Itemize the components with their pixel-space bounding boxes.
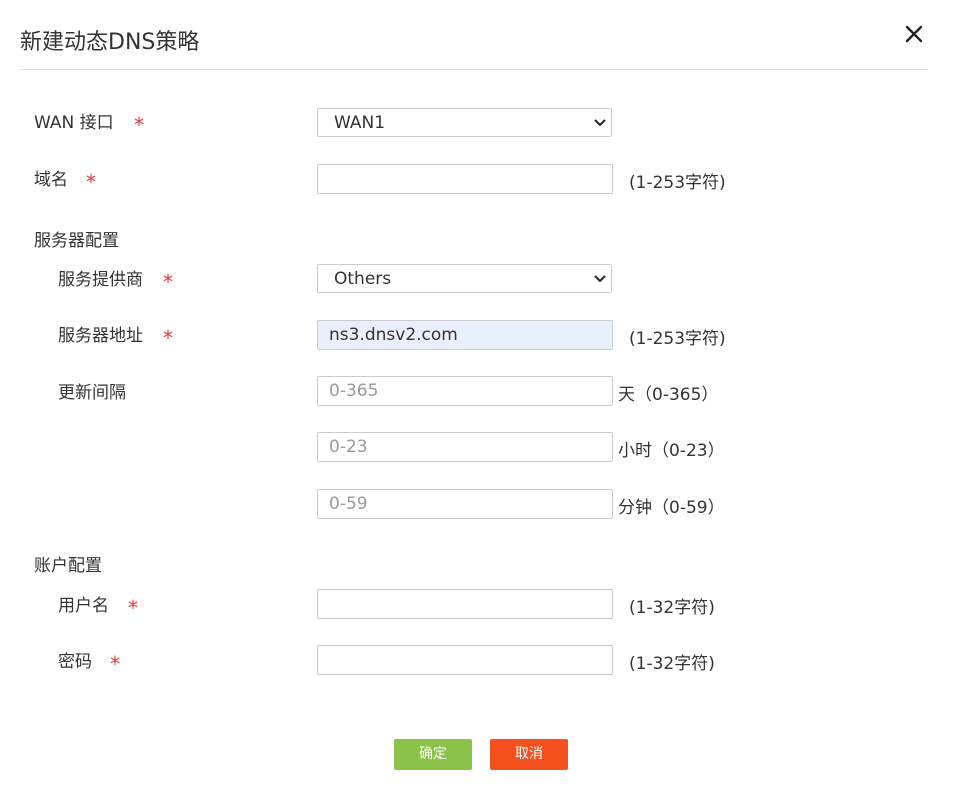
- interval-minutes-input[interactable]: [317, 489, 613, 519]
- account-section-title: 账户配置: [34, 556, 102, 576]
- username-input[interactable]: [317, 589, 613, 619]
- header-divider: [20, 69, 928, 70]
- wan-interface-select[interactable]: WAN1: [317, 108, 612, 137]
- interval-days-input[interactable]: [317, 376, 613, 406]
- interval-days-unit: 天（0-365）: [618, 385, 719, 405]
- required-mark: *: [163, 326, 173, 350]
- provider-label: 服务提供商: [58, 270, 143, 290]
- server-address-input[interactable]: [317, 320, 613, 350]
- server-section-title: 服务器配置: [34, 231, 119, 251]
- username-hint: (1-32字符): [629, 598, 715, 618]
- server-address-hint: (1-253字符): [629, 329, 726, 349]
- required-mark: *: [134, 113, 144, 137]
- required-mark: *: [110, 652, 120, 676]
- interval-hours-input[interactable]: [317, 432, 613, 462]
- required-mark: *: [128, 596, 138, 620]
- chevron-down-icon: [594, 275, 606, 283]
- update-interval-label: 更新间隔: [58, 383, 126, 403]
- domain-input[interactable]: [317, 164, 613, 194]
- domain-hint: (1-253字符): [629, 173, 726, 193]
- interval-minutes-unit: 分钟（0-59）: [618, 498, 725, 518]
- confirm-button[interactable]: 确定: [394, 739, 472, 770]
- provider-select[interactable]: Others: [317, 264, 612, 293]
- domain-label: 域名: [34, 170, 68, 190]
- required-mark: *: [86, 170, 96, 194]
- required-mark: *: [163, 270, 173, 294]
- chevron-down-icon: [594, 119, 606, 127]
- password-hint: (1-32字符): [629, 654, 715, 674]
- interval-hours-unit: 小时（0-23）: [618, 441, 725, 461]
- password-input[interactable]: [317, 645, 613, 675]
- provider-value: Others: [334, 269, 392, 289]
- wan-interface-value: WAN1: [334, 113, 386, 133]
- cancel-button[interactable]: 取消: [490, 739, 568, 770]
- dns-policy-dialog: 新建动态DNS策略 WAN 接口 * WAN1 域名 * (1-253字符) 服…: [0, 0, 954, 804]
- username-label: 用户名: [58, 596, 109, 616]
- close-icon[interactable]: [898, 18, 930, 50]
- wan-interface-label: WAN 接口: [34, 113, 114, 133]
- password-label: 密码: [58, 652, 92, 672]
- dialog-title: 新建动态DNS策略: [20, 30, 200, 55]
- server-address-label: 服务器地址: [58, 326, 143, 346]
